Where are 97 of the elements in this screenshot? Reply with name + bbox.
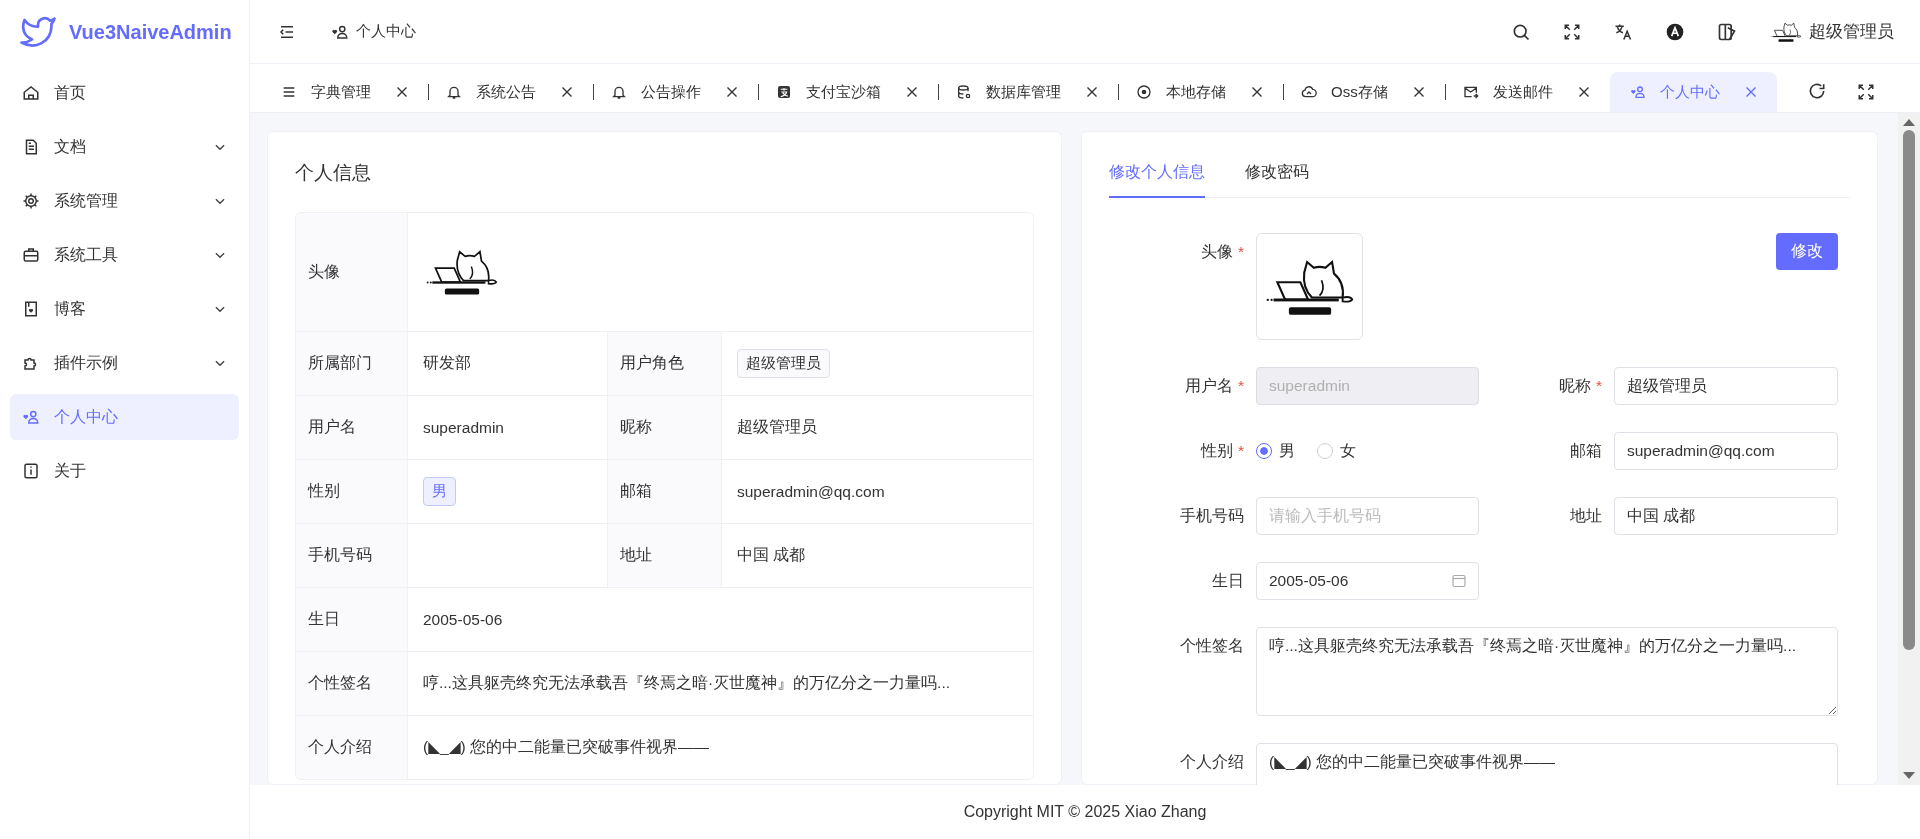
field-label: 头像 [296,213,408,331]
sidebar-item[interactable]: 首页 [10,70,239,116]
text-field[interactable]: 请输入手机号码 [1256,497,1479,535]
close-icon[interactable] [726,86,738,98]
field-label: 个性签名 [296,652,408,715]
field-value: superadmin@qq.com [737,482,885,501]
field-label: 个性签名 [1179,636,1244,656]
card-title: 个人信息 [295,161,372,185]
field-value: 超级管理员 [737,417,817,437]
edit-button[interactable]: 修改 [1776,233,1838,270]
user-heart-icon [1629,84,1646,100]
bell-icon [446,84,462,100]
text-area[interactable]: (◣_◢) 您的中二能量已突破事件视界—— [1256,743,1838,785]
field-value: 中国 成都 [737,545,806,565]
field-label: 头像 * [1199,242,1244,262]
field-label: 地址 [608,524,722,587]
theme-icon[interactable] [1665,21,1685,42]
page-tab[interactable]: Oss存储 [1284,72,1445,112]
field-label: 手机号码 [296,524,408,587]
sidebar-item[interactable]: 关于 [10,448,239,494]
copyright-text: Copyright MIT © 2025 Xiao Zhang [963,803,1207,821]
role-tag: 超级管理员 [737,349,830,378]
field-value: 哼...这具躯壳终究无法承载吾『终焉之暗·灭世魔神』的万亿分之一力量吗... [423,673,950,693]
field-label: 生日 [1211,571,1244,591]
field-label: 性别 [296,460,408,523]
close-icon[interactable] [906,86,918,98]
close-icon[interactable] [1577,86,1590,98]
sidebar-item[interactable]: 博客 [10,286,239,332]
cloud-icon [1301,84,1317,100]
fullscreen-icon[interactable] [1856,83,1875,101]
field-label: 地址 [1569,506,1602,526]
bell-icon [611,84,627,100]
field-value: (◣_◢) 您的中二能量已突破事件视界—— [423,737,710,757]
field-value: 研发部 [423,353,471,373]
field-value: superadmin [423,418,504,437]
briefcase-icon [22,246,40,264]
field-label: 用户名 * [1183,376,1244,396]
database-icon [956,84,972,100]
field-label: 性别 * [1199,441,1244,461]
field-value: 2005-05-06 [423,610,503,629]
avatar-frame[interactable] [1256,233,1363,340]
text-field[interactable]: 中国 成都 [1614,497,1838,535]
page-tab[interactable]: 个人中心 [1609,72,1777,112]
app-title: Vue3NaiveAdmin [69,20,232,44]
page-tab[interactable]: 字典管理 [264,72,428,112]
settings-icon [22,192,40,210]
field-label: 个人介绍 [296,716,408,779]
field-label: 邮箱 [608,460,722,523]
page-tab[interactable]: 公告操作 [594,72,758,112]
page-tab[interactable]: 发送邮件 [1445,72,1610,112]
close-icon[interactable] [1412,86,1425,98]
sidebar-item[interactable]: 系统管理 [10,178,239,224]
sidebar-item[interactable]: 系统工具 [10,232,239,278]
page-tab[interactable]: 数据库管理 [939,72,1118,112]
book-icon [22,300,40,318]
bird-logo-icon [20,15,56,49]
form-tab[interactable]: 修改密码 [1245,154,1309,198]
scrollbar[interactable] [1898,113,1920,785]
mail-icon [1462,84,1479,100]
list-icon [281,84,297,100]
sidebar-item[interactable]: 插件示例 [10,340,239,386]
breadcrumb[interactable]: 个人中心 [356,22,416,41]
close-icon[interactable] [396,86,408,98]
home-icon [22,84,40,102]
user-name[interactable]: 超级管理员 [1809,20,1894,43]
field-label: 用户角色 [608,332,722,395]
field-label: 生日 [296,588,408,651]
close-icon[interactable] [561,86,573,98]
page-tab[interactable]: 支付宝沙箱 [759,72,938,112]
sidebar-item[interactable]: 个人中心 [10,394,239,440]
radio-button[interactable] [1256,443,1272,459]
page-tab[interactable]: 本地存储 [1119,72,1283,112]
gender-tag: 男 [423,477,456,506]
form-tab[interactable]: 修改个人信息 [1109,154,1205,198]
target-icon [1136,84,1152,100]
field-label: 昵称 * [1557,376,1602,396]
close-icon[interactable] [1086,86,1098,98]
text-field[interactable]: 超级管理员 [1614,367,1838,405]
text-field[interactable]: superadmin@qq.com [1614,432,1838,470]
payment-icon [776,84,792,100]
user-heart-icon [22,408,40,426]
field-label: 个人介绍 [1179,752,1244,772]
field-label: 手机号码 [1179,506,1244,526]
field-label: 邮箱 [1569,441,1602,461]
close-icon[interactable] [1251,86,1263,98]
info-icon [22,462,40,480]
radio-label[interactable]: 男 [1279,440,1295,462]
field-label: 用户名 [296,396,408,459]
fullscreen-icon[interactable] [1563,22,1581,41]
text-area[interactable]: 哼...这具躯壳终究无法承载吾『终焉之暗·灭世魔神』的万亿分之一力量吗... [1256,627,1838,716]
sidebar-item[interactable]: 文档 [10,124,239,170]
radio-label[interactable]: 女 [1340,440,1356,462]
date-field[interactable]: 2005-05-06 [1256,562,1479,600]
layout-icon[interactable] [1717,21,1737,42]
field-label: 所属部门 [296,332,408,395]
field-label: 昵称 [608,396,722,459]
page-tab[interactable]: 系统公告 [429,72,593,112]
